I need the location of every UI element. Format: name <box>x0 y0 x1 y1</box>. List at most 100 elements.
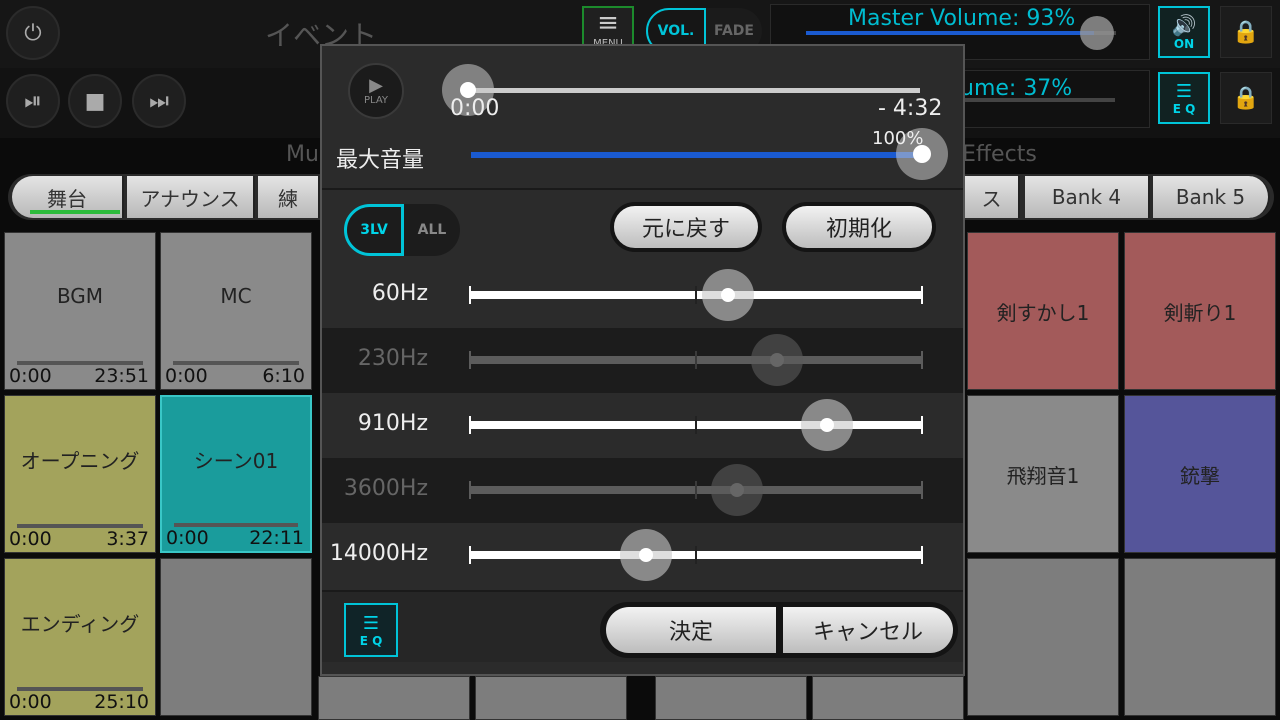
lock-icon: 🔒 <box>1232 85 1260 111</box>
pad-name: MC <box>220 284 252 308</box>
preview-play-button[interactable]: ▶ PLAY <box>348 63 404 119</box>
eq-band-tick <box>695 481 697 499</box>
mode-all-toggle[interactable]: ALL <box>404 204 460 256</box>
eq-sliders-icon: ☰ <box>1175 80 1193 102</box>
eq-band-label: 3600Hz <box>343 476 428 501</box>
eq-button-top[interactable]: ☰ E Q <box>1158 72 1210 124</box>
eq-band-thumb[interactable] <box>720 288 735 302</box>
reset-button[interactable]: 初期化 <box>782 202 936 252</box>
lock-icon: 🔒 <box>1232 19 1260 45</box>
remaining-time: - 4:32 <box>878 96 943 121</box>
pad-elapsed: 0:00 <box>166 527 209 549</box>
pad-name: エンディング <box>20 611 140 636</box>
revert-button[interactable]: 元に戻す <box>610 202 762 252</box>
tab-bank-3[interactable]: ス <box>965 176 1020 218</box>
tab-bank-2[interactable]: 練 <box>258 176 320 218</box>
pad-empty[interactable] <box>475 676 627 720</box>
eq-band-tick <box>695 416 697 434</box>
pad-mc[interactable]: MC 0:00 6:10 <box>160 232 312 390</box>
eq-band-tick <box>469 416 471 434</box>
stop-icon: ■ <box>84 88 106 114</box>
speaker-icon: 🔊 <box>1171 13 1197 37</box>
tab-bank-1[interactable]: アナウンス <box>127 176 255 218</box>
divider <box>322 188 963 190</box>
pad-name: 飛翔音1 <box>1006 463 1080 488</box>
pad-name: BGM <box>56 284 104 308</box>
cancel-button[interactable]: キャンセル <box>783 607 953 653</box>
pad-empty[interactable] <box>812 676 964 720</box>
hamburger-icon: ≡ <box>597 8 619 38</box>
eq-band-thumb[interactable] <box>820 418 835 432</box>
position-time: 0:00 <box>450 96 500 121</box>
speaker-on-button[interactable]: 🔊 ON <box>1158 6 1210 58</box>
eq-band-tick <box>469 286 471 304</box>
master-volume-thumb[interactable] <box>1080 16 1114 50</box>
pad-empty[interactable] <box>655 676 807 720</box>
eq-band-label: 910Hz <box>357 411 428 436</box>
play-icon: ▶ <box>369 74 383 96</box>
pad-ending[interactable]: エンディング 0:00 25:10 <box>4 558 156 716</box>
tab-bank-4[interactable]: Bank 4 <box>1025 176 1150 218</box>
confirm-button[interactable]: 決定 <box>606 607 776 653</box>
pad-sword-swing[interactable]: 剣すかし1 <box>967 232 1119 390</box>
master-volume-fill <box>806 31 1094 35</box>
pad-empty[interactable] <box>967 558 1119 716</box>
pad-elapsed: 0:00 <box>165 365 208 387</box>
next-icon: ⏭ <box>149 88 169 114</box>
pad-flight[interactable]: 飛翔音1 <box>967 395 1119 553</box>
eq-badge: ☰ E Q <box>344 603 398 657</box>
eq-label-top: E Q <box>1172 101 1196 116</box>
pad-opening[interactable]: オープニング 0:00 3:37 <box>4 395 156 553</box>
mode-3lv-toggle[interactable]: 3LV <box>344 204 404 256</box>
eq-band-label: 230Hz <box>357 346 428 371</box>
eq-sliders-icon: ☰ <box>362 612 380 634</box>
seek-track[interactable] <box>468 88 920 93</box>
eq-band-tick <box>695 351 697 369</box>
pad-name: 剣すかし1 <box>996 300 1090 325</box>
pad-gunshot[interactable]: 銃撃 <box>1124 395 1276 553</box>
eq-band-thumb[interactable] <box>729 483 744 497</box>
eq-band-tick <box>921 286 923 304</box>
pad-name: 剣斬り1 <box>1163 300 1237 325</box>
play-label: PLAY <box>363 94 388 106</box>
pad-elapsed: 0:00 <box>9 691 52 713</box>
pad-sword-slash[interactable]: 剣斬り1 <box>1124 232 1276 390</box>
max-volume-slider[interactable] <box>471 152 923 158</box>
stop-button[interactable]: ■ <box>68 74 122 128</box>
max-volume-percent: 100% <box>872 128 924 149</box>
pad-elapsed: 0:00 <box>9 365 52 387</box>
pad-empty[interactable] <box>318 676 470 720</box>
power-icon: ⏻ <box>24 20 42 46</box>
pad-duration: 22:11 <box>249 527 304 549</box>
power-button[interactable]: ⏻ <box>6 6 60 60</box>
master-volume-label: Master Volume: 93% <box>848 6 1076 31</box>
lock-button-top[interactable]: 🔒 <box>1220 6 1272 58</box>
play-pause-button[interactable]: ⏯ <box>6 74 60 128</box>
pad-empty[interactable] <box>160 558 312 716</box>
eq-band-tick <box>469 481 471 499</box>
eq-band-tick <box>695 546 697 564</box>
pad-name: オープニング <box>20 448 140 473</box>
secondary-volume-track[interactable] <box>960 98 1115 102</box>
pad-empty[interactable] <box>1124 558 1276 716</box>
eq-band-tick <box>921 546 923 564</box>
pad-duration: 3:37 <box>106 528 149 550</box>
effects-section-label: Effects <box>962 142 1037 167</box>
speaker-on-label: ON <box>1173 37 1195 51</box>
pad-duration: 6:10 <box>262 365 305 387</box>
next-button[interactable]: ⏭ <box>132 74 186 128</box>
active-tab-indicator <box>30 210 120 214</box>
eq-band-label: 14000Hz <box>329 541 428 566</box>
pad-scene01[interactable]: シーン01 0:00 22:11 <box>160 395 312 553</box>
pad-name: シーン01 <box>193 448 279 473</box>
lock-button-second[interactable]: 🔒 <box>1220 72 1272 124</box>
pad-elapsed: 0:00 <box>9 528 52 550</box>
eq-band-tick <box>921 416 923 434</box>
eq-band-tick <box>921 481 923 499</box>
eq-band-tick <box>469 546 471 564</box>
pad-bgm[interactable]: BGM 0:00 23:51 <box>4 232 156 390</box>
pad-duration: 23:51 <box>94 365 149 387</box>
max-volume-label: 最大音量 <box>336 148 425 173</box>
tab-bank-5[interactable]: Bank 5 <box>1153 176 1270 218</box>
eq-band-label: 60Hz <box>371 281 428 306</box>
